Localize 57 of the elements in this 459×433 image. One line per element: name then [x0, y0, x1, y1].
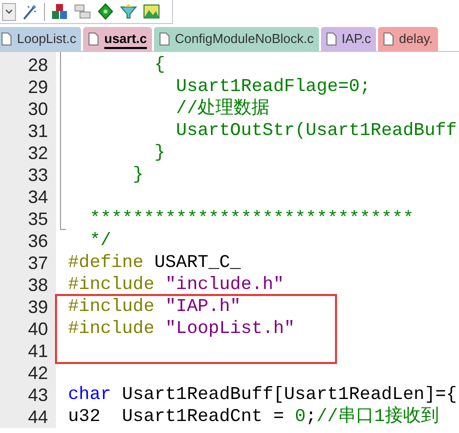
file-tab[interactable]: IAP.c	[320, 27, 376, 51]
code-text: #include	[68, 275, 154, 295]
code-text: 0	[294, 407, 306, 427]
code-text: Usart1ReadBuff[Usart1ReadLen]={	[121, 385, 457, 405]
line-number: 40	[28, 319, 48, 339]
code-text: "LoopList.h"	[164, 319, 295, 339]
code-text: #define	[68, 253, 144, 273]
code-text: ;	[306, 407, 316, 427]
line-number: 29	[28, 77, 48, 97]
code-text: {	[153, 55, 166, 75]
code-text: #include	[68, 319, 154, 339]
code-text: ******************************	[88, 209, 414, 229]
line-number: 31	[28, 121, 48, 141]
line-number: 28	[28, 55, 48, 75]
file-tab[interactable]: LoopList.c	[0, 27, 82, 51]
line-number: 32	[28, 143, 48, 163]
line-number: 43	[28, 385, 48, 405]
file-icon	[158, 32, 170, 46]
code-text: u32 Usart1ReadCnt =	[68, 407, 286, 427]
line-number: 33	[28, 165, 48, 185]
line-number: 42	[28, 363, 48, 383]
line-number: 30	[28, 99, 48, 119]
code-text: */	[88, 231, 112, 251]
line-number: 34	[28, 187, 48, 207]
code-text: Usart1ReadFlage=0;	[175, 77, 370, 97]
diamond-icon[interactable]	[97, 3, 114, 20]
code-text: "include.h"	[164, 275, 284, 295]
code-text: char	[68, 385, 112, 405]
file-icon	[326, 32, 337, 46]
line-number: 38	[28, 275, 48, 295]
chevron-icon	[5, 8, 13, 14]
file-tab[interactable]: delay.	[378, 27, 438, 51]
windows-icon[interactable]	[74, 3, 91, 20]
code-text: "IAP.h"	[164, 297, 241, 317]
file-tab[interactable]: usart.c	[83, 27, 152, 51]
line-number: 39	[28, 297, 48, 317]
line-number: 35	[28, 209, 48, 229]
code-text: //处理数据	[175, 99, 270, 119]
code-text: //串口1接收到	[316, 407, 439, 427]
code-text: #include	[68, 297, 154, 317]
line-number: 36	[28, 231, 48, 251]
wand-icon[interactable]	[22, 4, 38, 20]
code-text: USART_C_	[153, 253, 241, 273]
dropdown-button[interactable]	[2, 2, 16, 20]
line-number: 41	[28, 341, 48, 361]
mountains-icon[interactable]	[143, 3, 160, 20]
funnel-icon[interactable]	[120, 3, 137, 20]
line-number: 37	[28, 253, 48, 273]
file-icon	[1, 32, 12, 46]
file-icon	[383, 32, 394, 46]
code-text: UsartOutStr(Usart1ReadBuff	[175, 121, 457, 141]
code-text: }	[153, 143, 166, 163]
file-tab[interactable]: ConfigModuleNoBlock.c	[154, 27, 319, 51]
file-icon	[88, 32, 100, 46]
shapes-icon[interactable]	[51, 3, 68, 20]
code-text: }	[132, 165, 144, 185]
line-number: 44	[28, 407, 48, 427]
